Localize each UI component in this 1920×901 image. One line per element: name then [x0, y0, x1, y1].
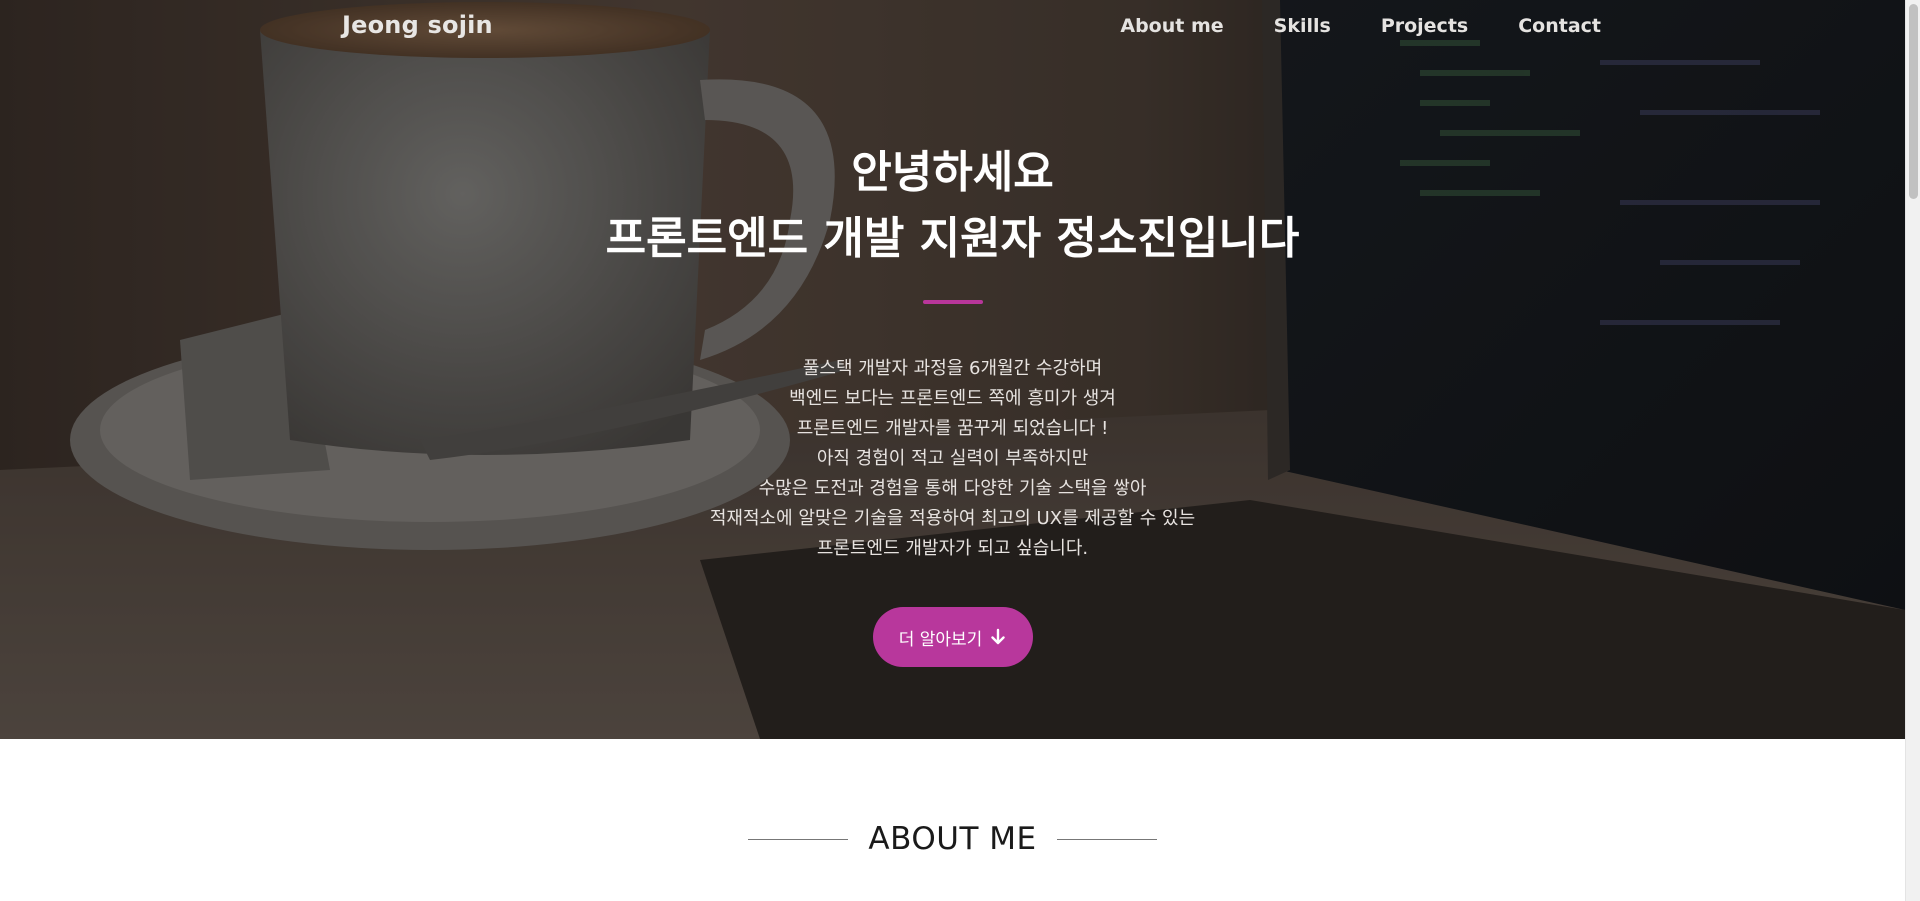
- nav-link-skills[interactable]: Skills: [1274, 15, 1331, 37]
- hero-title-line-2: 프론트엔드 개발 지원자 정소진입니다: [605, 213, 1300, 264]
- hero-description-line: 아직 경험이 적고 실력이 부족하지만: [816, 448, 1089, 469]
- hero-title-line-1: 안녕하세요: [851, 147, 1054, 198]
- hero-description-line: 수많은 도전과 경험을 통해 다양한 기술 스택을 쌓아: [758, 478, 1147, 499]
- top-navigation: Jeong sojin About me Skills Projects Con…: [0, 0, 1905, 56]
- hero-description-line: 풀스택 개발자 과정을 6개월간 수강하며: [802, 358, 1103, 379]
- hero-section: Jeong sojin About me Skills Projects Con…: [0, 0, 1905, 739]
- hero-description-line: 프론트엔드 개발자가 되고 싶습니다.: [816, 538, 1089, 559]
- nav-link-about-me[interactable]: About me: [1120, 15, 1223, 37]
- learn-more-button[interactable]: 더 알아보기: [872, 607, 1033, 667]
- hero-title: 안녕하세요 프론트엔드 개발 지원자 정소진입니다: [0, 140, 1905, 272]
- page: Jeong sojin About me Skills Projects Con…: [0, 0, 1905, 901]
- scrollbar-thumb[interactable]: [1909, 4, 1918, 199]
- hero-description-line: 프론트엔드 개발자를 꿈꾸게 되었습니다 !: [796, 418, 1109, 439]
- nav-link-contact[interactable]: Contact: [1518, 15, 1601, 37]
- about-section: ABOUT ME: [0, 739, 1905, 901]
- arrow-down-icon: [990, 628, 1006, 646]
- hero-description-line: 백엔드 보다는 프론트엔드 쪽에 흥미가 생겨: [789, 388, 1116, 409]
- about-title: ABOUT ME: [868, 821, 1037, 857]
- nav-links: About me Skills Projects Contact: [1070, 15, 1601, 37]
- nav-link-projects[interactable]: Projects: [1381, 15, 1468, 37]
- vertical-scrollbar[interactable]: [1905, 0, 1920, 901]
- hero-description-line: 적재적소에 알맞은 기술을 적용하여 최고의 UX를 제공할 수 있는: [709, 508, 1196, 529]
- hero-content: 안녕하세요 프론트엔드 개발 지원자 정소진입니다 풀스택 개발자 과정을 6개…: [0, 140, 1905, 667]
- learn-more-label: 더 알아보기: [898, 629, 983, 650]
- heading-line-left: [748, 838, 849, 840]
- brand-logo[interactable]: Jeong sojin: [342, 11, 493, 39]
- hero-description: 풀스택 개발자 과정을 6개월간 수강하며 백엔드 보다는 프론트엔드 쪽에 흥…: [603, 354, 1303, 564]
- heading-line-right: [1056, 838, 1157, 840]
- about-heading: ABOUT ME: [0, 821, 1905, 857]
- hero-divider: [922, 300, 983, 304]
